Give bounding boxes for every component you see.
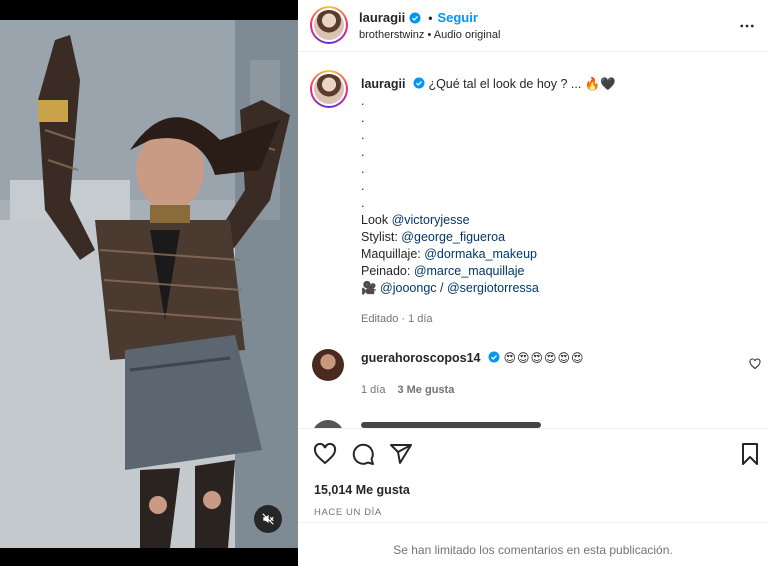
author-avatar[interactable] — [310, 6, 348, 44]
mention-link[interactable]: @sergiotorressa — [447, 281, 539, 295]
credit-line: Peinado: @marce_maquillaje — [361, 263, 756, 280]
caption-username[interactable]: lauragii — [361, 77, 405, 91]
caption-dot: . — [361, 128, 365, 142]
author-username[interactable]: lauragii — [359, 10, 405, 25]
heart-icon[interactable] — [313, 442, 337, 466]
comment-text: 😍😍😍😍😍😍 — [503, 351, 585, 365]
post-details-panel: lauragii • Seguir brotherstwinz • Audio … — [298, 0, 768, 566]
credit-line: Maquillaje: @dormaka_makeup — [361, 246, 756, 263]
credit-label: Stylist: — [361, 230, 402, 244]
heart-icon[interactable] — [749, 358, 761, 370]
mention-link[interactable]: @dormaka_makeup — [424, 247, 537, 261]
caption-edited: Editado · 1 día — [361, 313, 433, 325]
credit-label: 🎥 — [361, 281, 381, 295]
mention-link[interactable]: @marce_maquillaje — [414, 264, 525, 278]
caption-dot: . — [361, 94, 365, 108]
credit-label: Look — [361, 213, 392, 227]
caption-text: ¿Qué tal el look de hoy ? ... 🔥🖤 — [428, 77, 616, 91]
separator-dot: • — [428, 10, 433, 25]
comment-username[interactable]: guerahoroscopos14 — [361, 351, 480, 365]
caption-dot: . — [361, 179, 365, 193]
next-comment-peek — [312, 420, 752, 428]
post-date: HACE UN DÍA — [314, 507, 382, 518]
credit-label: Peinado: — [361, 264, 414, 278]
mute-button[interactable] — [254, 505, 282, 533]
credit-separator: / — [436, 281, 447, 295]
post-photo-illustration — [0, 20, 298, 548]
verified-icon — [488, 351, 500, 363]
comment-likes[interactable]: 3 Me gusta — [397, 384, 454, 396]
comments-limited-notice: Se han limitado los comentarios en esta … — [298, 522, 768, 566]
mute-icon — [262, 513, 274, 525]
credit-line: Stylist: @george_figueroa — [361, 229, 756, 246]
post-media[interactable] — [0, 0, 298, 566]
mention-link[interactable]: @victoryjesse — [392, 213, 470, 227]
commenter-avatar[interactable] — [312, 349, 344, 381]
caption-dot: . — [361, 145, 365, 159]
follow-button[interactable]: Seguir — [437, 10, 477, 25]
more-icon[interactable] — [738, 17, 756, 35]
post-caption: lauragii ¿Qué tal el look de hoy ? ... 🔥… — [361, 76, 756, 297]
audio-line[interactable]: brotherstwinz • Audio original — [359, 29, 500, 41]
caption-dot: . — [361, 162, 365, 176]
verified-icon — [409, 12, 421, 23]
comment-meta: 1 día 3 Me gusta — [361, 384, 454, 396]
comment-row: guerahoroscopos14 😍😍😍😍😍😍 — [361, 351, 585, 365]
likes-count[interactable]: 15,014 Me gusta — [314, 483, 410, 497]
credit-line: 🎥 @jooongc / @sergiotorressa — [361, 280, 756, 297]
comment-time: 1 día — [361, 384, 386, 396]
caption-dot: . — [361, 196, 365, 210]
credit-label: Maquillaje: — [361, 247, 425, 261]
caption-dots: ....... — [361, 93, 756, 212]
post-header: lauragii • Seguir brotherstwinz • Audio … — [298, 0, 768, 52]
caption-credits: Look @victoryjesse Stylist: @george_figue… — [361, 212, 756, 297]
credit-line: Look @victoryjesse — [361, 212, 756, 229]
caption-avatar[interactable] — [310, 70, 348, 108]
mention-link[interactable]: @george_figueroa — [401, 230, 505, 244]
author-row: lauragii • Seguir — [359, 10, 478, 25]
share-icon[interactable] — [389, 442, 413, 466]
action-bar: 15,014 Me gusta HACE UN DÍA — [298, 428, 768, 522]
comment-icon[interactable] — [351, 442, 375, 466]
post-video[interactable] — [0, 20, 298, 548]
save-icon[interactable] — [738, 442, 762, 466]
caption-dot: . — [361, 111, 365, 125]
mention-link[interactable]: @jooongc — [380, 281, 436, 295]
verified-icon — [413, 77, 425, 89]
